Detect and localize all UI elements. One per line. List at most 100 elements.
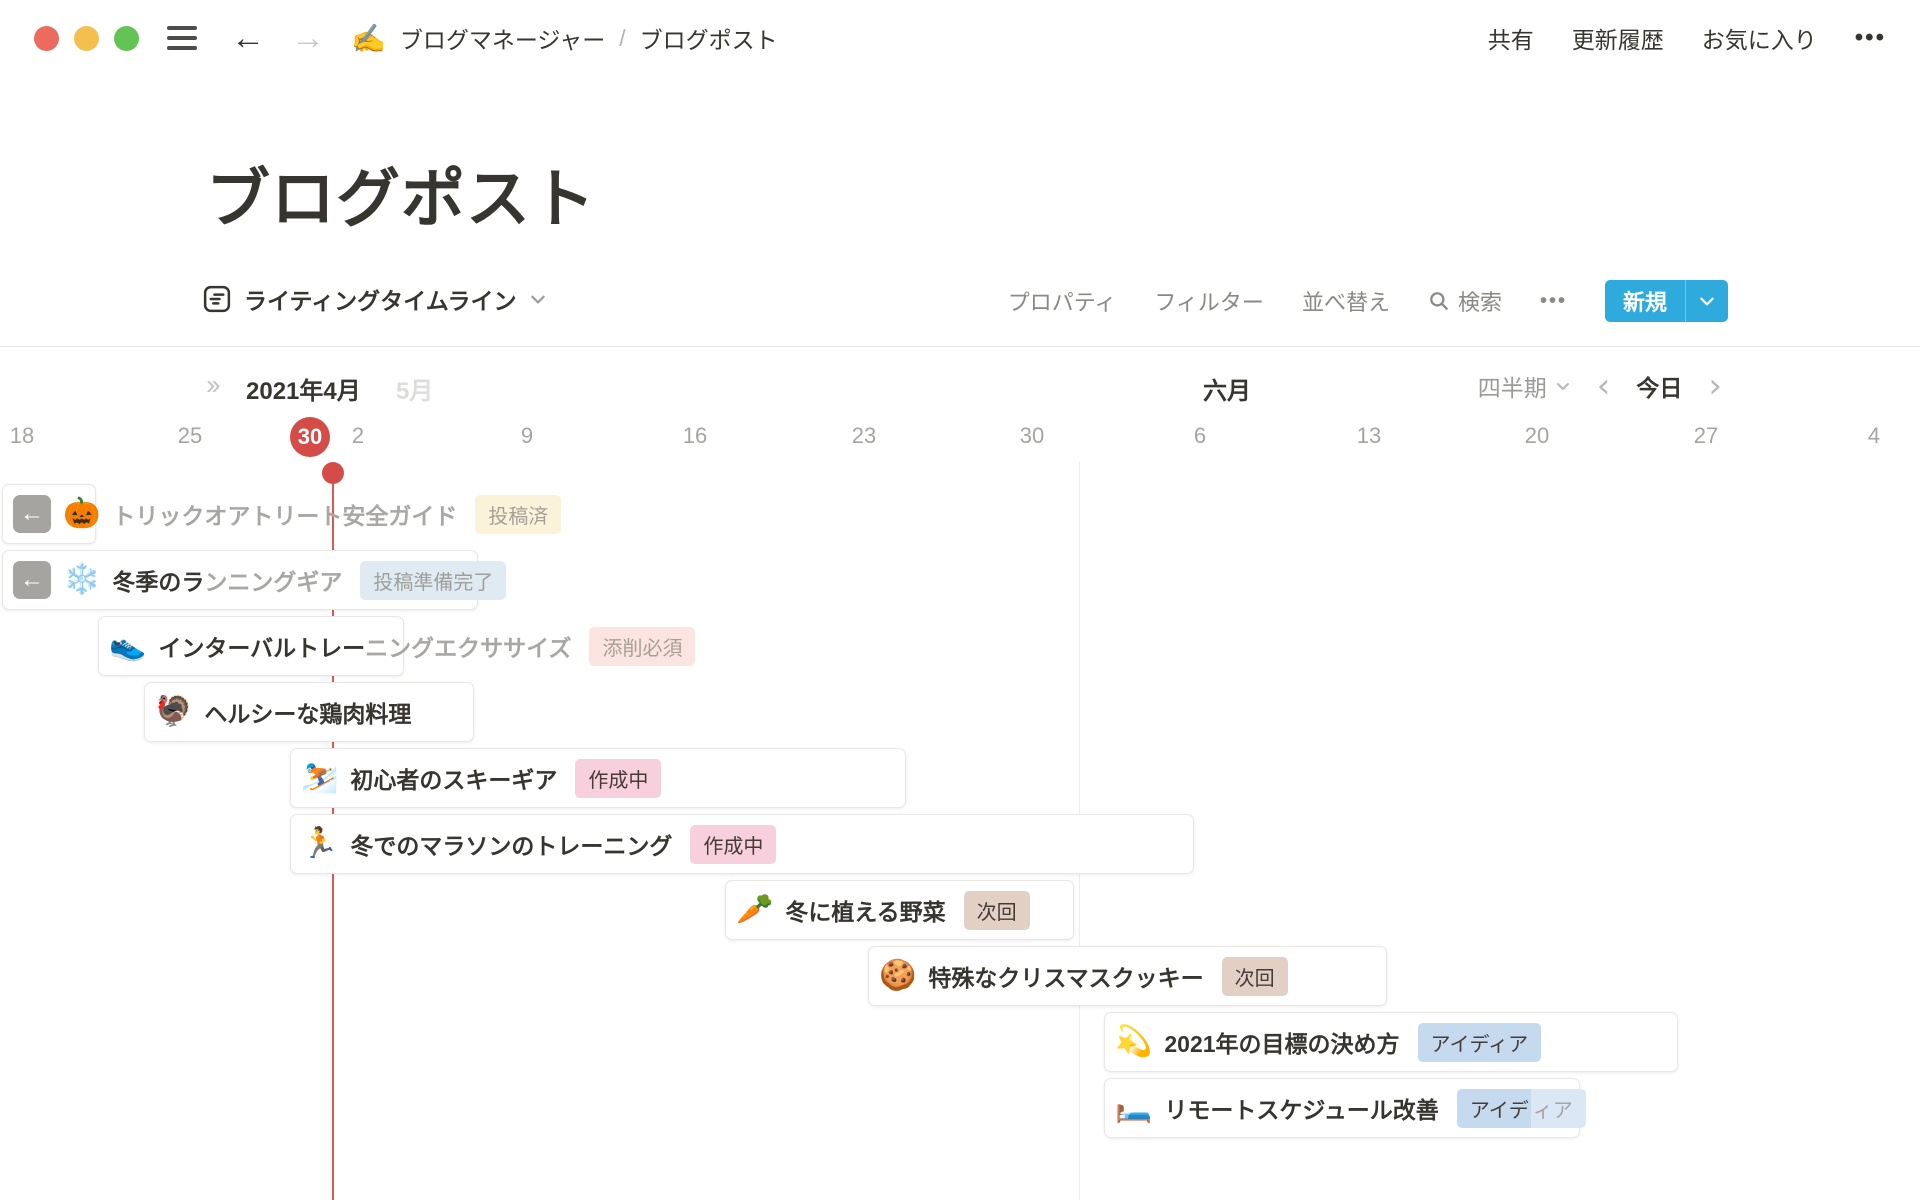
item-emoji-icon: ⛷️ xyxy=(301,763,338,793)
date-tick: 20 xyxy=(1525,423,1549,449)
breadcrumb: ✍️ ブログマネージャー / ブログポスト xyxy=(351,21,778,55)
status-badge-label: 次回 xyxy=(964,891,1030,930)
zoom-level-label: 四半期 xyxy=(1478,369,1547,403)
date-tick: 6 xyxy=(1194,423,1206,449)
status-badge: 次回 xyxy=(964,891,1030,930)
timeline-item-content: 🛏️リモートスケジュール改善アイディア xyxy=(1115,1079,1586,1137)
timeline-item-card[interactable]: 🦃ヘルシーな鶏肉料理 xyxy=(144,682,474,742)
close-window-button[interactable] xyxy=(34,26,59,51)
timeline-item-content: 🍪 特殊なクリスマスクッキー次回 xyxy=(879,947,1288,1005)
timeline-item-card[interactable]: ⛷️ 初心者のスキーギア作成中 xyxy=(290,748,906,808)
timeline-item-content: ⛷️ 初心者のスキーギア作成中 xyxy=(301,749,661,807)
today-button[interactable]: 今日 xyxy=(1636,369,1682,403)
item-title-overflow: ンニングギア xyxy=(204,563,342,597)
timeline-item-content: 👟インターバルトレーニングエクササイズ添削必須 xyxy=(109,617,695,675)
timeline-item-card[interactable]: 👟インターバルトレーニングエクササイズ添削必須 xyxy=(98,616,404,676)
timeline-item-card[interactable]: 🛏️リモートスケジュール改善アイディア xyxy=(1104,1078,1580,1138)
date-tick: 27 xyxy=(1694,423,1718,449)
item-emoji-icon: ❄️ xyxy=(63,565,100,595)
page-title[interactable]: ブログポスト xyxy=(206,148,596,240)
status-badge-overflow: ィア xyxy=(1531,1089,1586,1128)
status-badge: 作成中 xyxy=(690,825,776,864)
view-toolbar: ライティングタイムライン プロパティ フィルター 並べ替え 検索 ••• 新規 xyxy=(0,276,1920,328)
chevron-down-icon xyxy=(1555,378,1571,394)
item-title-overflow: トリックオアトリート安全ガイド xyxy=(112,497,457,531)
chevron-down-icon xyxy=(529,290,547,308)
item-emoji-icon: 💫 xyxy=(1115,1027,1152,1057)
next-period-chevron-icon[interactable]: › xyxy=(1708,369,1722,403)
status-badge-label: 投稿準備完了 xyxy=(360,561,506,600)
scroll-left-double-chevron-icon[interactable]: ›› xyxy=(206,369,217,401)
filter-button[interactable]: フィルター xyxy=(1154,285,1264,317)
view-name: ライティングタイムライン xyxy=(244,282,517,316)
timeline-item-card[interactable]: 🏃 冬でのマラソンのトレーニング作成中 xyxy=(290,814,1194,874)
minimize-window-button[interactable] xyxy=(74,26,99,51)
breadcrumb-separator: / xyxy=(615,25,629,52)
status-badge-label: 作成中 xyxy=(575,759,661,798)
month-label-june: 六月 xyxy=(1203,371,1251,406)
more-options-icon[interactable]: ••• xyxy=(1855,24,1886,52)
timeline-item-card[interactable]: ←🎃トリックオアトリート安全ガイド投稿済 xyxy=(2,484,96,544)
notion-window: ← → ✍️ ブログマネージャー / ブログポスト 共有 更新履歴 お気に入り … xyxy=(0,0,1920,1200)
timeline-zoom-select[interactable]: 四半期 xyxy=(1478,369,1571,403)
month-label-may-faded: 5月 xyxy=(396,371,433,406)
forward-arrow-icon[interactable]: → xyxy=(291,21,325,55)
timeline-item-card[interactable]: 🥕冬に植える野菜次回 xyxy=(725,880,1074,940)
properties-button[interactable]: プロパティ xyxy=(1008,285,1117,317)
item-title: 特殊なクリスマスクッキー xyxy=(928,959,1203,993)
search-label: 検索 xyxy=(1458,285,1502,317)
status-badge: 作成中 xyxy=(575,759,661,798)
updates-button[interactable]: 更新履歴 xyxy=(1572,21,1664,55)
item-emoji-icon: 🍪 xyxy=(879,961,916,991)
timeline-item-content: 🥕冬に植える野菜次回 xyxy=(736,881,1030,939)
item-title: 冬でのマラソンのトレーニング xyxy=(350,827,672,861)
zoom-window-button[interactable] xyxy=(114,26,139,51)
sidebar-menu-icon[interactable] xyxy=(167,26,197,50)
favorites-button[interactable]: お気に入り xyxy=(1702,21,1817,55)
timeline-item-card[interactable]: ←❄️冬季のランニングギア投稿準備完了 xyxy=(2,550,478,610)
date-tick: 30 xyxy=(1020,423,1044,449)
item-emoji-icon: 👟 xyxy=(109,631,146,661)
prev-period-chevron-icon[interactable]: ‹ xyxy=(1597,369,1611,403)
status-badge-label: アイディア xyxy=(1418,1023,1542,1062)
share-button[interactable]: 共有 xyxy=(1488,21,1534,55)
breadcrumb-page[interactable]: ブログポスト xyxy=(640,21,778,55)
item-title-overflow: ニングエクササイズ xyxy=(365,629,571,663)
jump-to-item-start-button[interactable]: ← xyxy=(13,561,51,599)
timeline-item-content: 💫2021年の目標の決め方アイディア xyxy=(1115,1013,1541,1071)
timeline-item-card[interactable]: 🍪 特殊なクリスマスクッキー次回 xyxy=(868,946,1387,1006)
status-badge: アイディア xyxy=(1418,1023,1542,1062)
status-badge-label: 次回 xyxy=(1222,957,1288,996)
view-selector[interactable]: ライティングタイムライン xyxy=(202,282,547,316)
status-badge: 投稿準備完了 xyxy=(360,561,506,600)
new-button-label[interactable]: 新規 xyxy=(1605,280,1685,322)
item-title: 冬季のラ xyxy=(112,563,204,597)
topbar-actions: 共有 更新履歴 お気に入り ••• xyxy=(1488,21,1886,55)
back-arrow-icon[interactable]: ← xyxy=(231,21,265,55)
timeline-canvas: ←🎃トリックオアトリート安全ガイド投稿済←❄️冬季のランニングギア投稿準備完了👟… xyxy=(0,462,1920,1200)
item-emoji-icon: 🏃 xyxy=(301,829,338,859)
timeline-item-card[interactable]: 💫2021年の目標の決め方アイディア xyxy=(1104,1012,1678,1072)
new-button[interactable]: 新規 xyxy=(1605,280,1728,322)
item-emoji-icon: 🦃 xyxy=(155,697,192,727)
new-button-chevron-down-icon[interactable] xyxy=(1686,280,1728,322)
jump-to-item-start-button[interactable]: ← xyxy=(13,495,51,533)
sort-button[interactable]: 並べ替え xyxy=(1302,285,1390,317)
item-emoji-icon: 🎃 xyxy=(63,499,100,529)
topbar: ← → ✍️ ブログマネージャー / ブログポスト 共有 更新履歴 お気に入り … xyxy=(0,0,1920,76)
item-title: 初心者のスキーギア xyxy=(350,761,557,795)
timeline-item-content: ←🎃トリックオアトリート安全ガイド投稿済 xyxy=(13,485,561,543)
date-tick: 18 xyxy=(10,423,34,449)
date-tick: 4 xyxy=(1868,423,1880,449)
page-emoji-writing-hand-icon: ✍️ xyxy=(351,22,386,55)
status-badge: アイディア xyxy=(1457,1089,1586,1128)
search-button[interactable]: 検索 xyxy=(1428,285,1502,317)
status-badge-label: 添削必須 xyxy=(589,627,695,666)
breadcrumb-app[interactable]: ブログマネージャー xyxy=(400,21,605,55)
view-more-options-icon[interactable]: ••• xyxy=(1540,290,1567,313)
date-tick: 25 xyxy=(178,423,202,449)
date-tick: 13 xyxy=(1357,423,1381,449)
timeline-view-icon xyxy=(202,284,232,314)
timeline-item-content: 🦃ヘルシーな鶏肉料理 xyxy=(155,683,411,741)
date-tick: 16 xyxy=(683,423,707,449)
